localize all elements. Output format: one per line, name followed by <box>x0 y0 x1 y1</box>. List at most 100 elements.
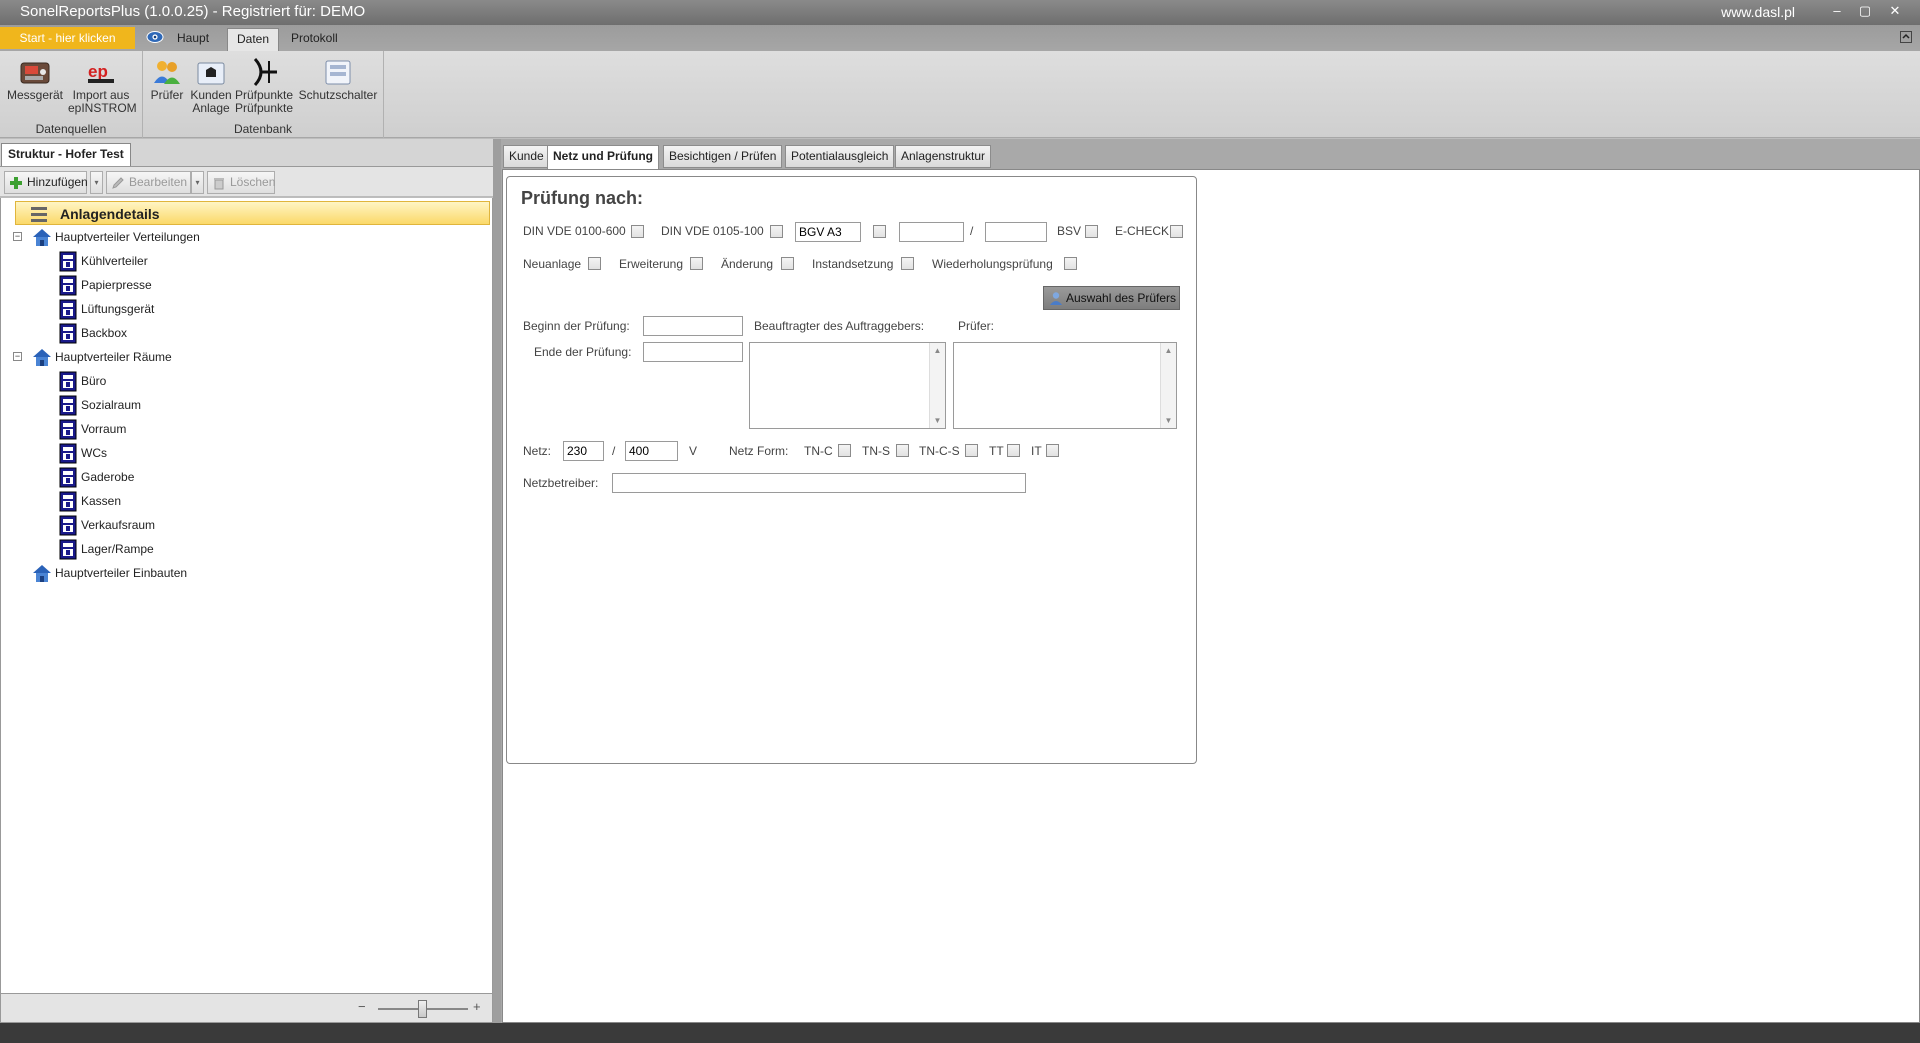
tab-kunde[interactable]: Kunde <box>503 145 550 168</box>
tree-leaf-item[interactable]: Verkaufsraum <box>15 513 490 537</box>
tn-s-label: TN-S <box>862 444 890 458</box>
tree-leaf-item[interactable]: Backbox <box>15 321 490 345</box>
pruefpunkte-label: Prüfpunkte Prüfpunkte <box>234 88 294 115</box>
start-button[interactable]: Start - hier klicken <box>0 27 135 49</box>
echeck-checkbox[interactable] <box>1170 225 1183 238</box>
tree-leaf-item[interactable]: Sozialraum <box>15 393 490 417</box>
minimize-button[interactable]: – <box>1826 2 1848 20</box>
ende-input[interactable] <box>643 342 743 362</box>
tree-leaf-item[interactable]: WCs <box>15 441 490 465</box>
tree-leaf-item[interactable]: Lager/Rampe <box>15 537 490 561</box>
erweiterung-label: Erweiterung <box>619 257 684 271</box>
tree-item-label: Anlagendetails <box>60 206 160 222</box>
close-button[interactable]: ✕ <box>1884 2 1906 20</box>
din-600-checkbox[interactable] <box>631 225 644 238</box>
pruefer-textarea[interactable]: ▲ ▼ <box>953 342 1177 429</box>
netzbetreiber-input[interactable] <box>612 473 1026 493</box>
din-600-label: DIN VDE 0100-600 <box>523 224 626 238</box>
tree-item-label: Büro <box>81 374 107 388</box>
tree-group-item[interactable]: − Hauptverteiler Verteilungen <box>13 225 490 249</box>
it-checkbox[interactable] <box>1046 444 1059 457</box>
tab-haupt[interactable]: Haupt <box>168 28 218 51</box>
kunden-anlage-button[interactable]: Kunden Anlage <box>187 57 235 115</box>
tree-leaf-item[interactable]: Lüftungsgerät <box>15 297 490 321</box>
tab-netz-und-pruefung[interactable]: Netz und Prüfung <box>547 145 659 169</box>
messgeraet-button[interactable]: Messgerät <box>6 57 64 102</box>
pruefer-field-label: Prüfer: <box>958 319 995 333</box>
import-epinstrom-button[interactable]: ep Import aus epINSTROM <box>68 57 137 115</box>
delete-button[interactable]: Löschen <box>207 171 275 194</box>
distribution-panel-icon <box>59 395 77 416</box>
tree-leaf-item[interactable]: Kühlverteiler <box>15 249 490 273</box>
bottom-strip <box>0 1023 1920 1043</box>
tab-besichtigen-pruefen[interactable]: Besichtigen / Prüfen <box>663 145 783 168</box>
delete-label: Löschen <box>230 175 276 189</box>
zoom-slider-handle[interactable] <box>418 1000 427 1018</box>
netz-slash: / <box>612 444 616 458</box>
edit-button[interactable]: Bearbeiten <box>106 171 191 194</box>
netz-value-1-input[interactable] <box>563 441 604 461</box>
instandsetzung-label: Instandsetzung <box>812 257 894 271</box>
extra-input-1[interactable] <box>899 222 964 242</box>
tab-struktur[interactable]: Struktur - Hofer Test <box>1 143 131 166</box>
tree-group-item[interactable]: − Hauptverteiler Räume <box>13 345 490 369</box>
pruefer-button[interactable]: Prüfer <box>147 57 187 102</box>
tt-label: TT <box>989 444 1004 458</box>
bgv-checkbox[interactable] <box>873 225 886 238</box>
tree-group-item[interactable]: Hauptverteiler Einbauten <box>15 561 490 585</box>
tree-expander-icon[interactable]: − <box>13 232 22 241</box>
import-epinstrom-label: Import aus epINSTROM <box>68 88 137 115</box>
pruefer-scrollbar[interactable]: ▲ ▼ <box>1160 343 1176 428</box>
tree-leaf-item[interactable]: Büro <box>15 369 490 393</box>
messgeraet-label: Messgerät <box>6 88 64 102</box>
add-button[interactable]: Hinzufügen <box>4 171 88 194</box>
schutzschalter-button[interactable]: Schutzschalter <box>297 57 379 102</box>
tree-leaf-item[interactable]: Gaderobe <box>15 465 490 489</box>
tt-checkbox[interactable] <box>1007 444 1020 457</box>
neuanlage-checkbox[interactable] <box>588 257 601 270</box>
panel-splitter[interactable] <box>493 139 501 1023</box>
restore-button[interactable]: ▢ <box>1854 2 1876 20</box>
bsv-checkbox[interactable] <box>1085 225 1098 238</box>
auswahl-pruefer-button[interactable]: Auswahl des Prüfers <box>1043 286 1180 310</box>
add-dropdown-button[interactable]: ▾ <box>90 171 103 194</box>
edit-dropdown-button[interactable]: ▾ <box>191 171 204 194</box>
tn-s-checkbox[interactable] <box>896 444 909 457</box>
tn-c-s-checkbox[interactable] <box>965 444 978 457</box>
tab-potentialausgleich[interactable]: Potentialausgleich <box>785 145 895 168</box>
pruefpunkte-button[interactable]: Prüfpunkte Prüfpunkte <box>232 57 296 115</box>
eye-icon[interactable] <box>146 30 164 44</box>
distribution-panel-icon <box>59 299 77 320</box>
wiederholung-checkbox[interactable] <box>1064 257 1077 270</box>
edit-label: Bearbeiten <box>129 175 188 189</box>
tree-leaf-item[interactable]: Kassen <box>15 489 490 513</box>
distribution-panel-icon <box>59 467 77 488</box>
tree-leaf-item[interactable]: Papierpresse <box>15 273 490 297</box>
tree-root-item[interactable]: Anlagendetails <box>15 201 490 225</box>
bsv-label: BSV <box>1057 224 1082 238</box>
tab-protokoll[interactable]: Protokoll <box>282 28 347 51</box>
extra-input-2[interactable] <box>985 222 1047 242</box>
netz-value-2-input[interactable] <box>625 441 678 461</box>
tab-anlagenstruktur[interactable]: Anlagenstruktur <box>895 145 992 168</box>
tn-c-checkbox[interactable] <box>838 444 851 457</box>
instandsetzung-checkbox[interactable] <box>901 257 914 270</box>
zoom-out-icon[interactable]: − <box>358 999 366 1014</box>
tree-expander-icon[interactable]: − <box>13 352 22 361</box>
distribution-panel-icon <box>59 371 77 392</box>
zoom-in-icon[interactable]: + <box>473 999 481 1014</box>
beginn-input[interactable] <box>643 316 743 336</box>
din-100-checkbox[interactable] <box>770 225 783 238</box>
beauftragter-scrollbar[interactable]: ▲ ▼ <box>929 343 945 428</box>
window-title: SonelReportsPlus (1.0.0.25) - Registrier… <box>20 3 366 20</box>
tab-daten[interactable]: Daten <box>227 28 280 51</box>
ribbon-collapse-icon[interactable] <box>1900 31 1912 43</box>
erweiterung-checkbox[interactable] <box>690 257 703 270</box>
customer-folder-icon <box>197 62 225 85</box>
tree-leaf-item[interactable]: Vorraum <box>15 417 490 441</box>
bgv-input[interactable] <box>795 222 861 242</box>
aenderung-checkbox[interactable] <box>781 257 794 270</box>
tree-item-label: Gaderobe <box>81 470 135 484</box>
distribution-panel-icon <box>59 491 77 512</box>
beauftragter-textarea[interactable]: ▲ ▼ <box>749 342 946 429</box>
